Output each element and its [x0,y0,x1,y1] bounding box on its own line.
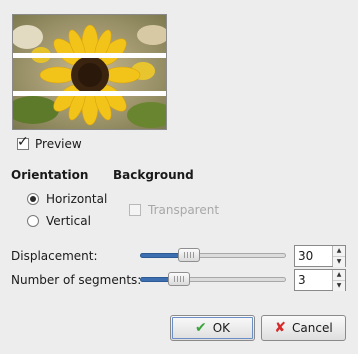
sunflower-image [13,15,166,129]
cancel-x-icon: ✘ [274,320,287,336]
radio-horizontal[interactable]: Horizontal [27,192,107,206]
slider-handle[interactable] [178,248,200,262]
segments-label: Number of segments: [11,273,142,287]
transparent-checkbox[interactable] [129,204,141,216]
preview-image [12,14,167,130]
transparent-label: Transparent [148,203,220,217]
displacement-label: Displacement: [11,249,98,263]
ok-label: OK [212,321,231,335]
preview-toggle[interactable]: ✓ Preview [17,134,82,151]
segments-slider[interactable] [140,272,286,286]
increment-arrow-icon[interactable]: ▲ [333,246,345,256]
slider-handle[interactable] [168,272,190,286]
displacement-spinbox[interactable]: 30 ▲ ▼ [294,245,346,267]
decrement-arrow-icon[interactable]: ▼ [333,280,345,291]
horizontal-label: Horizontal [46,192,108,206]
transparent-toggle[interactable]: Transparent [129,203,219,217]
cancel-label: Cancel [292,321,333,335]
cancel-button[interactable]: ✘ Cancel [261,315,346,341]
preview-label: Preview [35,137,82,151]
orientation-heading: Orientation [11,168,89,182]
horizontal-radio-button[interactable] [27,193,39,205]
radio-vertical[interactable]: Vertical [27,214,91,228]
decrement-arrow-icon[interactable]: ▼ [333,256,345,267]
vertical-label: Vertical [46,214,91,228]
vertical-radio-button[interactable] [27,215,39,227]
displacement-value[interactable]: 30 [295,246,332,266]
segments-spinbox[interactable]: 3 ▲ ▼ [294,269,346,291]
background-heading: Background [113,168,194,182]
preview-checkbox[interactable]: ✓ [17,134,29,150]
increment-arrow-icon[interactable]: ▲ [333,270,345,280]
displacement-slider[interactable] [140,248,286,262]
segments-value[interactable]: 3 [295,270,332,290]
checkmark-icon: ✓ [17,134,29,150]
ok-button[interactable]: ✔ OK [170,315,255,341]
checkmark-icon: ✔ [194,320,207,336]
